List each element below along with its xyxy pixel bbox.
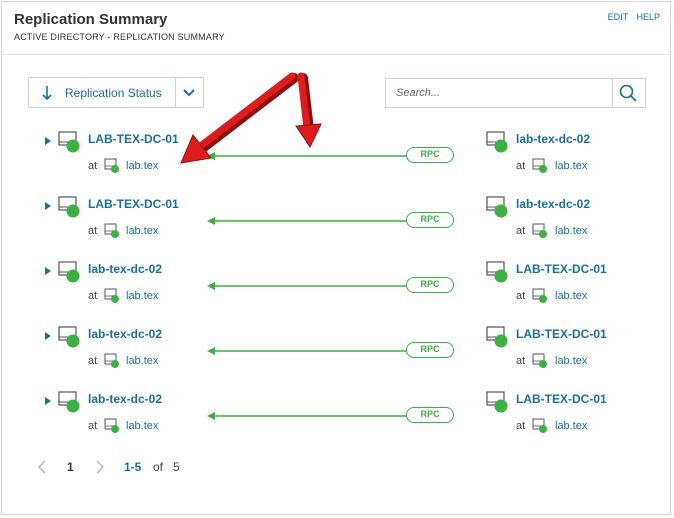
server-status-icon <box>486 261 508 283</box>
protocol-badge: RPC <box>406 147 454 163</box>
domain-status-icon <box>532 223 547 238</box>
source-server-name[interactable]: lab-tex-dc-02 <box>88 392 162 406</box>
widget-header: Replication Summary ACTIVE DIRECTORY - R… <box>2 2 670 55</box>
replication-row: lab-tex-dc-02 at lab.tex RPC LAB-TEX-DC-01 at… <box>0 386 670 446</box>
at-label: at <box>516 290 526 302</box>
source-domain-link[interactable]: lab.tex <box>126 160 158 172</box>
server-status-icon <box>58 261 80 283</box>
target-server-name[interactable]: lab-tex-dc-02 <box>516 132 590 146</box>
chevron-down-icon[interactable] <box>181 87 197 99</box>
replication-row: lab-tex-dc-02 at lab.tex RPC LAB-TEX-DC-01 at… <box>0 321 670 381</box>
server-status-icon <box>58 391 80 413</box>
protocol-label: RPC <box>420 214 440 224</box>
at-label: at <box>516 160 526 172</box>
search-input[interactable] <box>386 79 612 107</box>
replication-row: lab-tex-dc-02 at lab.tex RPC LAB-TEX-DC-01 at… <box>0 256 670 316</box>
replication-row: LAB-TEX-DC-01 at lab.tex RPC lab-tex-dc-02 at… <box>0 126 670 186</box>
source-domain-link[interactable]: lab.tex <box>126 420 158 432</box>
protocol-label: RPC <box>420 149 440 159</box>
replication-row: LAB-TEX-DC-01 at lab.tex RPC lab-tex-dc-02 at… <box>0 191 670 251</box>
source-server-name[interactable]: lab-tex-dc-02 <box>88 327 162 341</box>
sort-button[interactable]: Replication Status <box>28 77 204 108</box>
domain-status-icon <box>104 158 119 173</box>
target-server-name[interactable]: LAB-TEX-DC-01 <box>516 327 607 341</box>
domain-status-icon <box>532 418 547 433</box>
protocol-label: RPC <box>420 409 440 419</box>
caret-right-icon[interactable] <box>44 136 52 146</box>
target-server-name[interactable]: LAB-TEX-DC-01 <box>516 392 607 406</box>
caret-right-icon[interactable] <box>44 331 52 341</box>
pagination: 1 1-5 of 5 <box>0 458 300 482</box>
search-icon[interactable] <box>619 84 637 102</box>
domain-status-icon <box>532 288 547 303</box>
target-domain-link[interactable]: lab.tex <box>555 290 587 302</box>
at-label: at <box>516 420 526 432</box>
previous-page-icon[interactable] <box>37 460 47 474</box>
next-page-icon[interactable] <box>95 460 105 474</box>
arrow-down-icon <box>42 86 52 101</box>
target-domain-link[interactable]: lab.tex <box>555 420 587 432</box>
at-label: at <box>88 160 98 172</box>
protocol-label: RPC <box>420 344 440 354</box>
source-domain-link[interactable]: lab.tex <box>126 355 158 367</box>
page-number[interactable]: 1 <box>67 460 74 474</box>
protocol-badge: RPC <box>406 342 454 358</box>
at-label: at <box>516 225 526 237</box>
total-count: 5 <box>173 460 180 474</box>
search-box <box>385 78 646 108</box>
sort-divider <box>175 78 176 107</box>
protocol-badge: RPC <box>406 277 454 293</box>
help-link[interactable]: HELP <box>636 12 660 22</box>
server-status-icon <box>486 131 508 153</box>
source-domain-link[interactable]: lab.tex <box>126 225 158 237</box>
edit-link[interactable]: EDIT <box>608 12 628 22</box>
protocol-label: RPC <box>420 279 440 289</box>
source-server-name[interactable]: lab-tex-dc-02 <box>88 262 162 276</box>
source-server-name[interactable]: LAB-TEX-DC-01 <box>88 197 179 211</box>
server-status-icon <box>58 196 80 218</box>
server-status-icon <box>58 131 80 153</box>
domain-status-icon <box>104 223 119 238</box>
caret-right-icon[interactable] <box>44 396 52 406</box>
at-label: at <box>88 290 98 302</box>
server-status-icon <box>486 326 508 348</box>
protocol-badge: RPC <box>406 407 454 423</box>
page-range[interactable]: 1-5 <box>124 460 141 474</box>
server-status-icon <box>486 391 508 413</box>
server-status-icon <box>486 196 508 218</box>
sort-label: Replication Status <box>65 86 162 100</box>
target-domain-link[interactable]: lab.tex <box>555 225 587 237</box>
source-domain-link[interactable]: lab.tex <box>126 290 158 302</box>
of-label: of <box>153 460 164 474</box>
header-links: EDIT HELP <box>602 12 660 22</box>
domain-status-icon <box>104 418 119 433</box>
page-subtitle: ACTIVE DIRECTORY - REPLICATION SUMMARY <box>14 32 225 42</box>
target-domain-link[interactable]: lab.tex <box>555 160 587 172</box>
protocol-badge: RPC <box>406 212 454 228</box>
target-server-name[interactable]: LAB-TEX-DC-01 <box>516 262 607 276</box>
caret-right-icon[interactable] <box>44 201 52 211</box>
server-status-icon <box>58 326 80 348</box>
source-server-name[interactable]: LAB-TEX-DC-01 <box>88 132 179 146</box>
search-divider <box>612 79 613 107</box>
page-title: Replication Summary <box>14 11 168 28</box>
domain-status-icon <box>532 353 547 368</box>
at-label: at <box>88 225 98 237</box>
domain-status-icon <box>104 353 119 368</box>
domain-status-icon <box>104 288 119 303</box>
target-domain-link[interactable]: lab.tex <box>555 355 587 367</box>
domain-status-icon <box>532 158 547 173</box>
target-server-name[interactable]: lab-tex-dc-02 <box>516 197 590 211</box>
at-label: at <box>88 355 98 367</box>
caret-right-icon[interactable] <box>44 266 52 276</box>
at-label: at <box>88 420 98 432</box>
at-label: at <box>516 355 526 367</box>
